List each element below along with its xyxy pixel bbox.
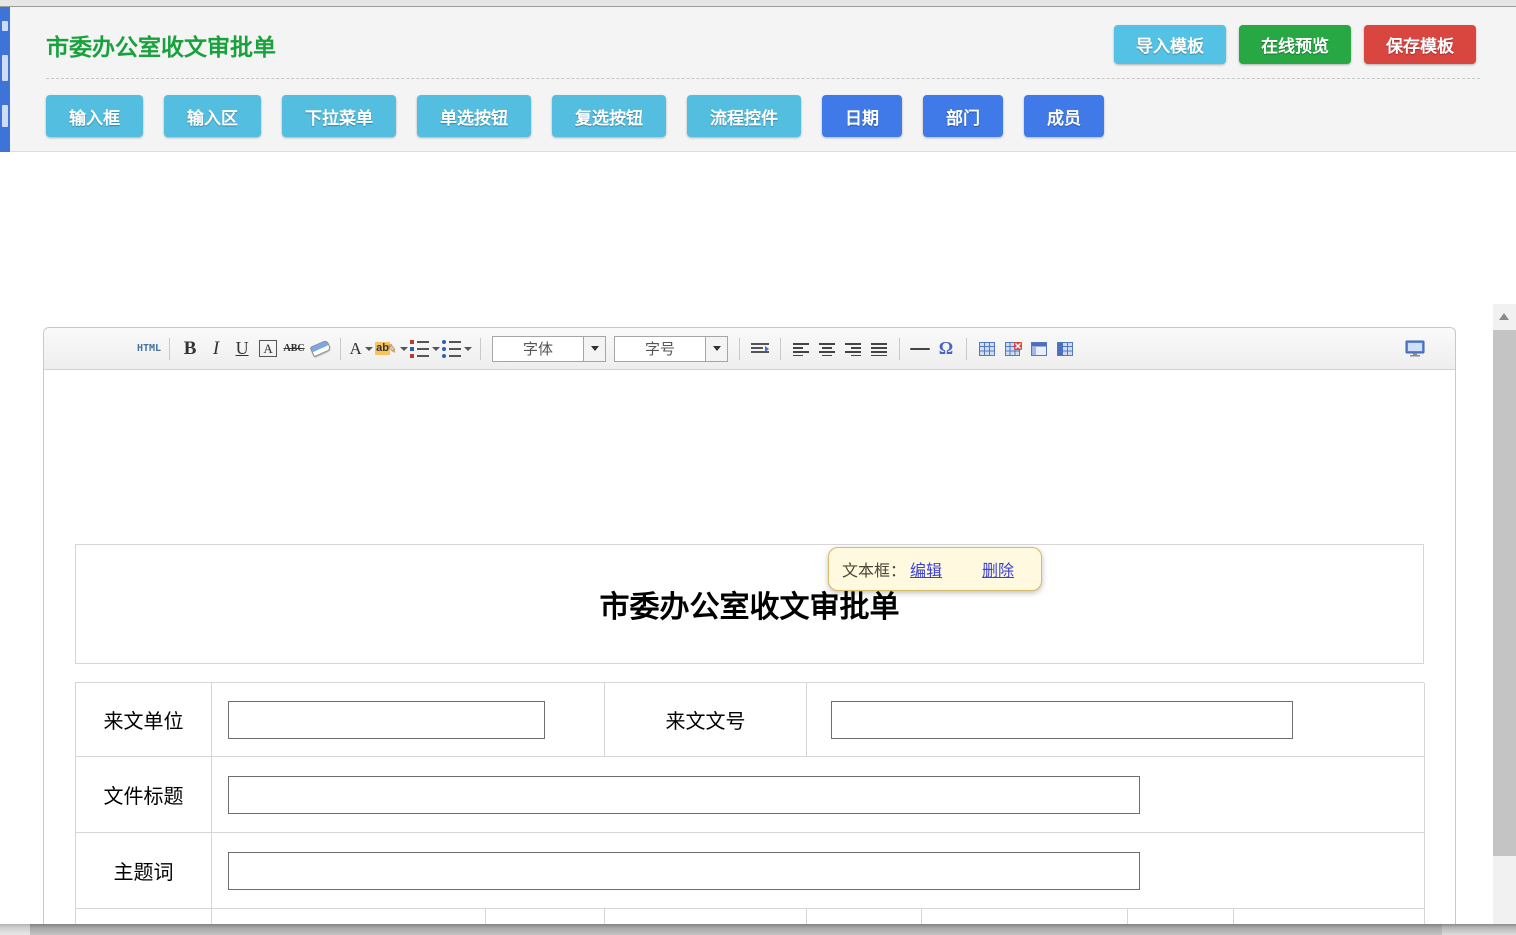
toolbar-separator (739, 338, 740, 360)
underline-icon[interactable]: U (230, 336, 254, 362)
button-label: 日期 (845, 104, 879, 129)
button-label: 下拉菜单 (305, 104, 373, 129)
label-source-doc-no: 来文文号 (605, 683, 807, 757)
remove-format-icon[interactable] (308, 336, 332, 362)
document-title-block: 市委办公室收文审批单 (75, 544, 1424, 664)
chevron-down-icon[interactable] (583, 337, 605, 361)
tool-button-input-box[interactable]: 输入框 (46, 95, 143, 137)
button-label: 复选按钮 (575, 104, 643, 129)
horizontal-rule-icon[interactable] (908, 336, 932, 362)
tool-button-dropdown[interactable]: 下拉菜单 (282, 95, 396, 137)
richtext-editor-panel: HTML B I U A ABC A ab✎ (43, 327, 1456, 935)
align-justify-icon[interactable] (867, 336, 891, 362)
input-subject-words[interactable] (228, 852, 1140, 890)
scrollbar-thumb[interactable] (1493, 330, 1516, 856)
align-left-icon[interactable] (789, 336, 813, 362)
toolbar-separator (966, 338, 967, 360)
page-title: 市委办公室收文审批单 (46, 28, 276, 62)
toolbar-separator (480, 338, 481, 360)
highlight-color-icon[interactable]: ab✎ (375, 336, 408, 362)
cell-doc-title (212, 757, 1425, 833)
toolbar-separator (899, 338, 900, 360)
toolbar-separator (340, 338, 341, 360)
input-source-doc-no[interactable] (831, 701, 1293, 739)
tooltip-label: 文本框： (842, 557, 906, 581)
tool-button-member[interactable]: 成员 (1024, 95, 1104, 137)
editor-document[interactable]: 市委办公室收文审批单 来文单位 来文文号 文件标题 主题词 (44, 370, 1455, 935)
vertical-scrollbar[interactable] (1493, 304, 1516, 935)
tool-button-flow-control[interactable]: 流程控件 (687, 95, 801, 137)
label-doc-title: 文件标题 (76, 757, 212, 833)
header-action-button-preview[interactable]: 在线预览 (1239, 25, 1351, 64)
edit-link[interactable]: 编辑 (910, 557, 942, 581)
dotted-divider (46, 78, 1480, 79)
cell-properties-icon[interactable] (1053, 336, 1077, 362)
italic-icon[interactable]: I (204, 336, 228, 362)
scroll-up-arrow-icon[interactable] (1499, 313, 1509, 320)
button-label: 输入框 (69, 104, 120, 129)
special-char-icon[interactable]: Ω (934, 336, 958, 362)
font-size-select[interactable]: 字号 (614, 336, 728, 362)
header-action-button-save[interactable]: 保存模板 (1364, 25, 1476, 64)
background-page-strip (0, 7, 10, 152)
button-label: 输入区 (187, 104, 238, 129)
cell-source-doc-no (807, 683, 1425, 757)
button-label: 单选按钮 (440, 104, 508, 129)
tool-button-input-area[interactable]: 输入区 (164, 95, 261, 137)
tool-button-radio[interactable]: 单选按钮 (417, 95, 531, 137)
tool-button-checkbox[interactable]: 复选按钮 (552, 95, 666, 137)
form-control-toolbar: 输入框 输入区 下拉菜单 单选按钮 复选按钮 流程控件 日期 (46, 95, 1104, 137)
bold-icon[interactable]: B (178, 336, 202, 362)
content-area: HTML B I U A ABC A ab✎ (0, 152, 1516, 935)
header-action-button-import[interactable]: 导入模板 (1114, 25, 1226, 64)
input-doc-title[interactable] (228, 776, 1140, 814)
align-center-icon[interactable] (815, 336, 839, 362)
toolbar-separator (169, 338, 170, 360)
delete-link[interactable]: 删除 (982, 557, 1014, 581)
input-source-unit[interactable] (228, 701, 545, 739)
button-label: 部门 (946, 104, 980, 129)
ordered-list-icon[interactable] (410, 336, 440, 362)
button-label: 导入模板 (1136, 32, 1204, 57)
unordered-list-icon[interactable] (442, 336, 472, 362)
button-label: 保存模板 (1386, 32, 1454, 57)
strip-fragment (2, 105, 8, 127)
align-right-icon[interactable] (841, 336, 865, 362)
insert-table-icon[interactable] (975, 336, 999, 362)
widget-tooltip: 文本框： 编辑 删除 (828, 547, 1042, 591)
editor-toolbar: HTML B I U A ABC A ab✎ (44, 328, 1455, 370)
char-style-icon[interactable]: A (259, 340, 276, 357)
horizontal-scrollbar[interactable] (0, 924, 1516, 935)
font-color-icon[interactable]: A (349, 336, 373, 362)
form-table: 来文单位 来文文号 文件标题 主题词 收文编号 (75, 682, 1424, 935)
chevron-down-icon[interactable] (705, 337, 727, 361)
font-family-select[interactable]: 字体 (492, 336, 606, 362)
source-code-icon[interactable]: HTML (137, 336, 161, 362)
cell-source-unit (212, 683, 605, 757)
strip-fragment (2, 21, 8, 31)
strikethrough-icon[interactable]: ABC (282, 336, 306, 362)
header-actions: 导入模板 在线预览 保存模板 (1114, 25, 1476, 64)
cell-subject-words (212, 833, 1425, 909)
fullscreen-icon[interactable] (1403, 336, 1427, 362)
button-label: 流程控件 (710, 104, 778, 129)
tool-button-department[interactable]: 部门 (923, 95, 1003, 137)
toolbar-separator (780, 338, 781, 360)
label-source-unit: 来文单位 (76, 683, 212, 757)
indent-icon[interactable] (748, 336, 772, 362)
scrollbar-corner (0, 924, 30, 935)
label-subject-words: 主题词 (76, 833, 212, 909)
header-panel: 市委办公室收文审批单 导入模板 在线预览 保存模板 输入框 输入区 (10, 7, 1516, 152)
button-label: 在线预览 (1261, 32, 1329, 57)
window-top-edge (0, 0, 1516, 7)
horizontal-scrollbar-thumb[interactable] (30, 924, 1442, 935)
table-properties-icon[interactable] (1027, 336, 1051, 362)
strip-fragment (2, 55, 8, 81)
tool-button-date[interactable]: 日期 (822, 95, 902, 137)
button-label: 成员 (1047, 104, 1081, 129)
delete-table-icon[interactable] (1001, 336, 1025, 362)
